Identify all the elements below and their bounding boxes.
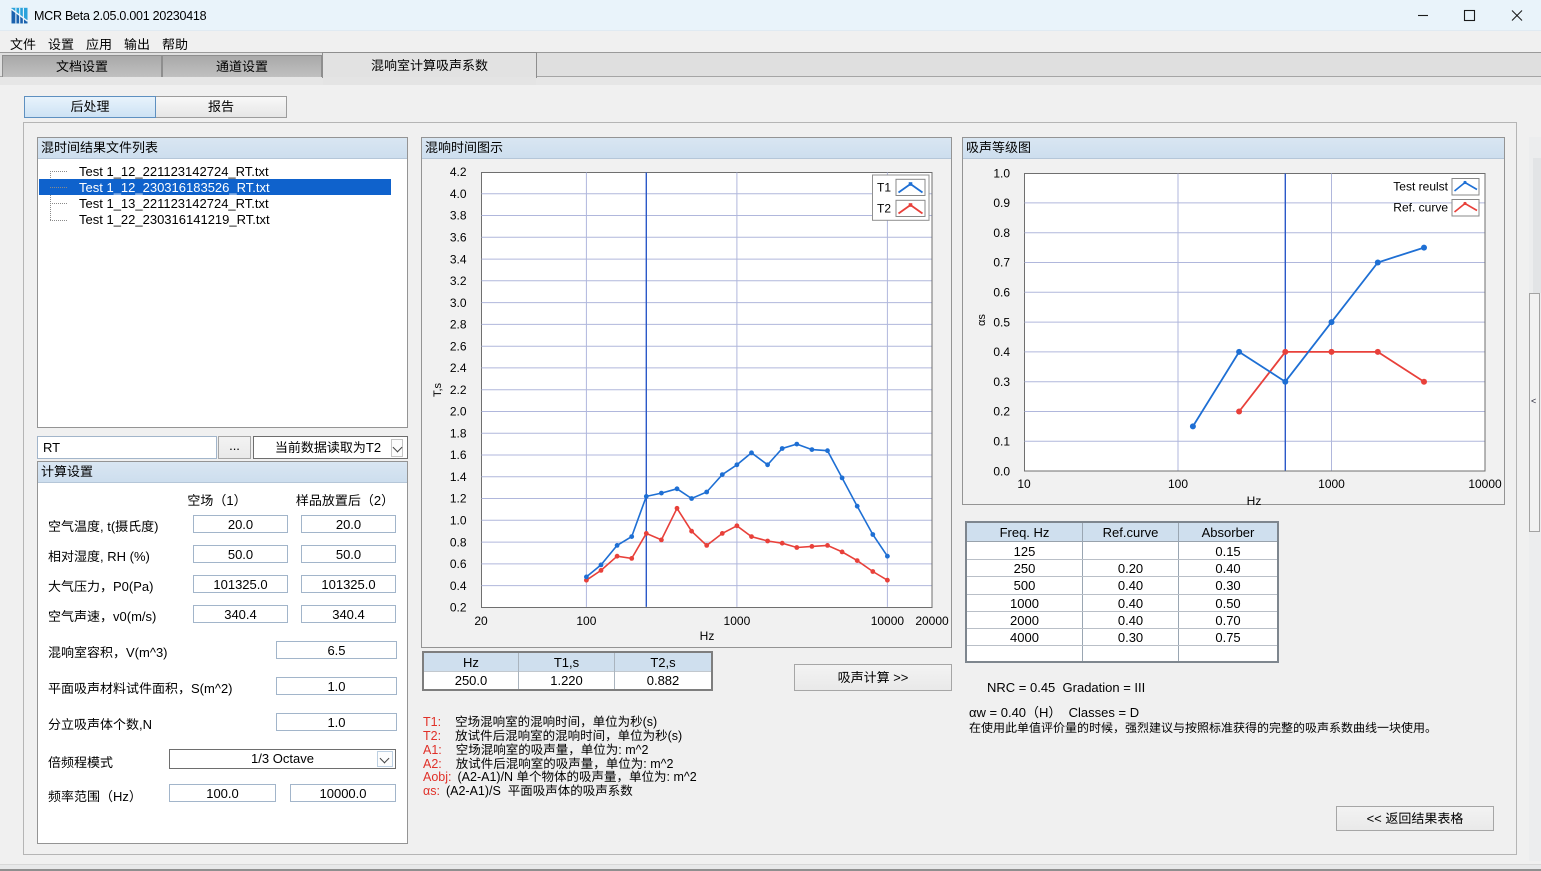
svg-text:100: 100 xyxy=(1168,477,1188,491)
svg-text:3.0: 3.0 xyxy=(450,296,467,310)
svg-text:0.3: 0.3 xyxy=(993,375,1010,389)
svg-text:0.2: 0.2 xyxy=(993,405,1010,419)
svg-text:1.4: 1.4 xyxy=(450,470,467,484)
svg-text:1.2: 1.2 xyxy=(450,492,467,506)
svg-text:T1: T1 xyxy=(877,181,891,195)
svg-text:3.6: 3.6 xyxy=(450,231,467,245)
svg-text:2.8: 2.8 xyxy=(450,318,467,332)
svg-text:T2: T2 xyxy=(877,202,891,216)
svg-text:2.0: 2.0 xyxy=(450,405,467,419)
svg-text:Test reulst: Test reulst xyxy=(1393,180,1448,194)
svg-text:1.6: 1.6 xyxy=(450,448,467,462)
svg-text:1.0: 1.0 xyxy=(993,166,1010,180)
svg-text:0.9: 0.9 xyxy=(993,196,1010,210)
svg-text:4.0: 4.0 xyxy=(450,187,467,201)
svg-text:10: 10 xyxy=(1017,477,1031,491)
svg-text:4.2: 4.2 xyxy=(450,165,467,179)
svg-text:100: 100 xyxy=(576,614,596,628)
svg-text:0.6: 0.6 xyxy=(993,286,1010,300)
svg-text:20: 20 xyxy=(474,614,488,628)
svg-text:0.4: 0.4 xyxy=(993,345,1010,359)
svg-text:1000: 1000 xyxy=(724,614,751,628)
svg-text:0.0: 0.0 xyxy=(993,464,1010,478)
svg-text:2.4: 2.4 xyxy=(450,361,467,375)
svg-text:Ref. curve: Ref. curve xyxy=(1393,201,1448,215)
svg-text:Hz: Hz xyxy=(700,629,715,643)
svg-text:0.2: 0.2 xyxy=(450,601,467,615)
svg-text:0.5: 0.5 xyxy=(993,315,1010,329)
svg-text:2.6: 2.6 xyxy=(450,339,467,353)
svg-text:20000: 20000 xyxy=(915,614,949,628)
svg-text:0.1: 0.1 xyxy=(993,435,1010,449)
svg-text:0.8: 0.8 xyxy=(450,535,467,549)
svg-text:0.8: 0.8 xyxy=(993,226,1010,240)
svg-text:1.0: 1.0 xyxy=(450,514,467,528)
svg-text:1.8: 1.8 xyxy=(450,426,467,440)
svg-text:2.2: 2.2 xyxy=(450,383,467,397)
svg-text:3.8: 3.8 xyxy=(450,209,467,223)
svg-text:10000: 10000 xyxy=(1468,477,1502,491)
svg-text:10000: 10000 xyxy=(871,614,905,628)
svg-text:0.4: 0.4 xyxy=(450,579,467,593)
svg-text:0.6: 0.6 xyxy=(450,557,467,571)
svg-text:αs: αs xyxy=(976,314,988,326)
svg-text:Hz: Hz xyxy=(1247,494,1262,505)
svg-text:3.4: 3.4 xyxy=(450,252,467,266)
svg-text:T,s: T,s xyxy=(432,382,444,397)
svg-text:3.2: 3.2 xyxy=(450,274,467,288)
svg-text:1000: 1000 xyxy=(1318,477,1345,491)
svg-text:0.7: 0.7 xyxy=(993,256,1010,270)
